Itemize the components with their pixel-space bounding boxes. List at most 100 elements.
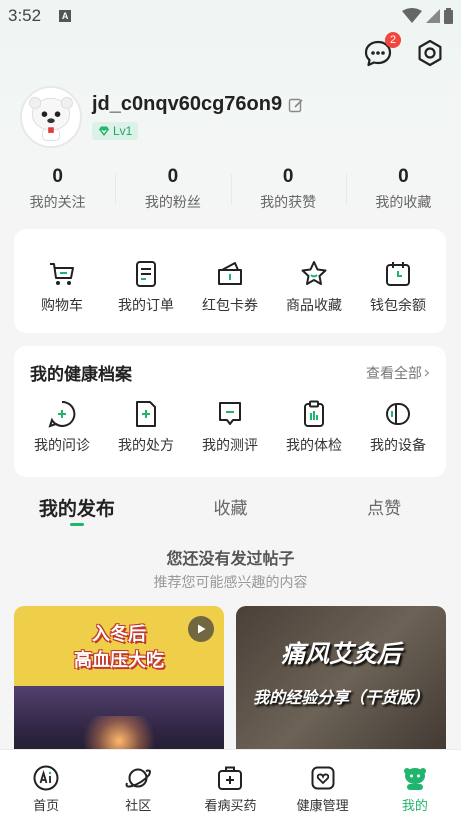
recommendation-line1: 痛风艾灸后 [281, 640, 401, 668]
recommendation-card[interactable]: 痛风艾灸后 我的经验分享（干货版） [236, 606, 446, 766]
quick-action-label: 商品收藏 [286, 298, 342, 314]
profile-info: jd_c0nqv60cg76on9 Lv1 [92, 93, 304, 141]
stat-value: 0 [167, 166, 179, 187]
health-item-assessment[interactable]: 我的测评 [188, 399, 272, 455]
assessment-icon [219, 402, 241, 425]
stat-value: 0 [282, 166, 294, 187]
stat-value: 0 [398, 166, 409, 187]
nav-health[interactable]: 健康管理 [277, 750, 369, 819]
username-row[interactable]: jd_c0nqv60cg76on9 [92, 93, 304, 116]
recommendation-line2: 我的经验分享（干货版） [252, 688, 429, 707]
checkup-icon [304, 400, 324, 427]
planet-icon [125, 768, 152, 788]
consult-icon [48, 400, 76, 428]
wifi-icon [402, 8, 422, 23]
health-item-consult[interactable]: 我的问诊 [20, 399, 104, 455]
stat-label: 我的粉丝 [144, 195, 201, 211]
device-icon [386, 403, 410, 425]
tab-favorites[interactable]: 收藏 [154, 494, 308, 524]
health-grid: 我的问诊 我的处方 我的测评 我的体检 我的设备 [14, 385, 446, 455]
quick-actions-card: 购物车 我的订单 红包卡券 商品收藏 钱包余额 [14, 229, 446, 333]
health-item-label: 我的测评 [202, 438, 258, 454]
bottom-navigation: 首页 社区 看病买药 健康管理 我的 [0, 749, 461, 819]
tab-my-posts[interactable]: 我的发布 [0, 494, 154, 526]
level-text: Lv1 [113, 124, 133, 138]
quick-action-orders[interactable]: 我的订单 [104, 259, 188, 315]
stat-favorites[interactable]: 0 我的收藏 [345, 166, 461, 212]
mascot-icon [403, 768, 426, 790]
health-item-checkup[interactable]: 我的体检 [272, 399, 356, 455]
health-record-card: 我的健康档案 查看全部 我的问诊 我的处方 我的测评 我的体检 我的设备 [14, 346, 446, 477]
nav-label: 看病买药 [204, 799, 257, 814]
nav-me[interactable]: 我的 [369, 750, 461, 819]
chevron-right-icon [424, 369, 430, 376]
order-icon [136, 261, 156, 287]
health-header: 我的健康档案 查看全部 [14, 346, 446, 385]
status-time: 3:52 [8, 6, 42, 25]
nav-label: 健康管理 [296, 799, 349, 814]
message-badge: 2 [385, 32, 401, 48]
recommendation-line2: 高血压大吃 [74, 650, 164, 671]
health-item-prescription[interactable]: 我的处方 [104, 399, 188, 455]
view-all-label: 查看全部 [366, 365, 422, 382]
profile-section: jd_c0nqv60cg76on9 Lv1 [20, 86, 445, 148]
stat-following[interactable]: 0 我的关注 [0, 166, 115, 212]
edit-icon[interactable] [288, 97, 304, 113]
nav-home[interactable]: 首页 [0, 750, 92, 819]
cart-icon [50, 263, 74, 285]
stat-label: 我的获赞 [260, 195, 317, 211]
health-item-label: 我的体检 [286, 438, 342, 454]
level-badge[interactable]: Lv1 [92, 122, 139, 140]
ai-home-icon [33, 765, 59, 791]
header-actions: 2 [363, 32, 445, 68]
username: jd_c0nqv60cg76on9 [92, 93, 283, 115]
nav-community[interactable]: 社区 [92, 750, 184, 819]
health-item-label: 我的处方 [118, 438, 174, 454]
a-icon: A [59, 10, 72, 22]
quick-action-label: 钱包余额 [370, 298, 426, 314]
star-icon [301, 261, 327, 285]
quick-action-label: 购物车 [41, 298, 83, 314]
empty-title: 您还没有发过帖子 [166, 549, 295, 568]
stat-value: 0 [52, 166, 63, 187]
medical-bag-icon [218, 766, 243, 790]
status-indicators [402, 8, 453, 24]
health-item-label: 我的问诊 [34, 438, 90, 454]
signal-icon [426, 9, 440, 23]
calendar-wallet-icon [386, 262, 410, 286]
quick-action-cart[interactable]: 购物车 [20, 259, 104, 315]
stat-followers[interactable]: 0 我的粉丝 [115, 166, 230, 212]
health-title: 我的健康档案 [30, 365, 132, 385]
stat-label: 我的关注 [29, 195, 86, 211]
tab-likes[interactable]: 点赞 [307, 494, 461, 524]
nav-label: 社区 [125, 799, 152, 814]
message-button[interactable]: 2 [363, 32, 401, 68]
diamond-icon [99, 126, 109, 136]
quick-action-label: 我的订单 [118, 298, 174, 314]
settings-button[interactable] [415, 38, 445, 68]
content-tabs: 我的发布 收藏 点赞 [0, 494, 461, 526]
quick-actions-grid: 购物车 我的订单 红包卡券 商品收藏 钱包余额 [14, 229, 446, 315]
nav-medical[interactable]: 看病买药 [184, 750, 276, 819]
mascot-avatar-icon [29, 96, 73, 141]
health-item-label: 我的设备 [370, 438, 426, 454]
settings-icon [418, 39, 442, 67]
nav-label: 首页 [33, 799, 60, 814]
avatar[interactable] [20, 86, 82, 148]
battery-icon [444, 8, 453, 24]
play-icon [188, 616, 214, 642]
view-all-link[interactable]: 查看全部 [366, 363, 430, 383]
quick-action-label: 红包卡券 [202, 298, 258, 314]
quick-action-coupons[interactable]: 红包卡券 [188, 259, 272, 315]
wallet-coupon-icon [218, 262, 242, 285]
status-bar: 3:52 A [0, 0, 461, 32]
quick-action-product-favorites[interactable]: 商品收藏 [272, 259, 356, 315]
prescription-icon [136, 401, 156, 427]
empty-state: 您还没有发过帖子 推荐您可能感兴趣的内容 [0, 545, 461, 592]
health-item-device[interactable]: 我的设备 [356, 399, 440, 455]
stat-likes[interactable]: 0 我的获赞 [230, 166, 346, 212]
stats-row: 0 我的关注 0 我的粉丝 0 我的获赞 0 我的收藏 [0, 166, 461, 212]
recommendation-card[interactable]: 入冬后 高血压大吃 [14, 606, 224, 766]
quick-action-wallet[interactable]: 钱包余额 [356, 259, 440, 315]
nav-label: 我的 [401, 799, 428, 814]
